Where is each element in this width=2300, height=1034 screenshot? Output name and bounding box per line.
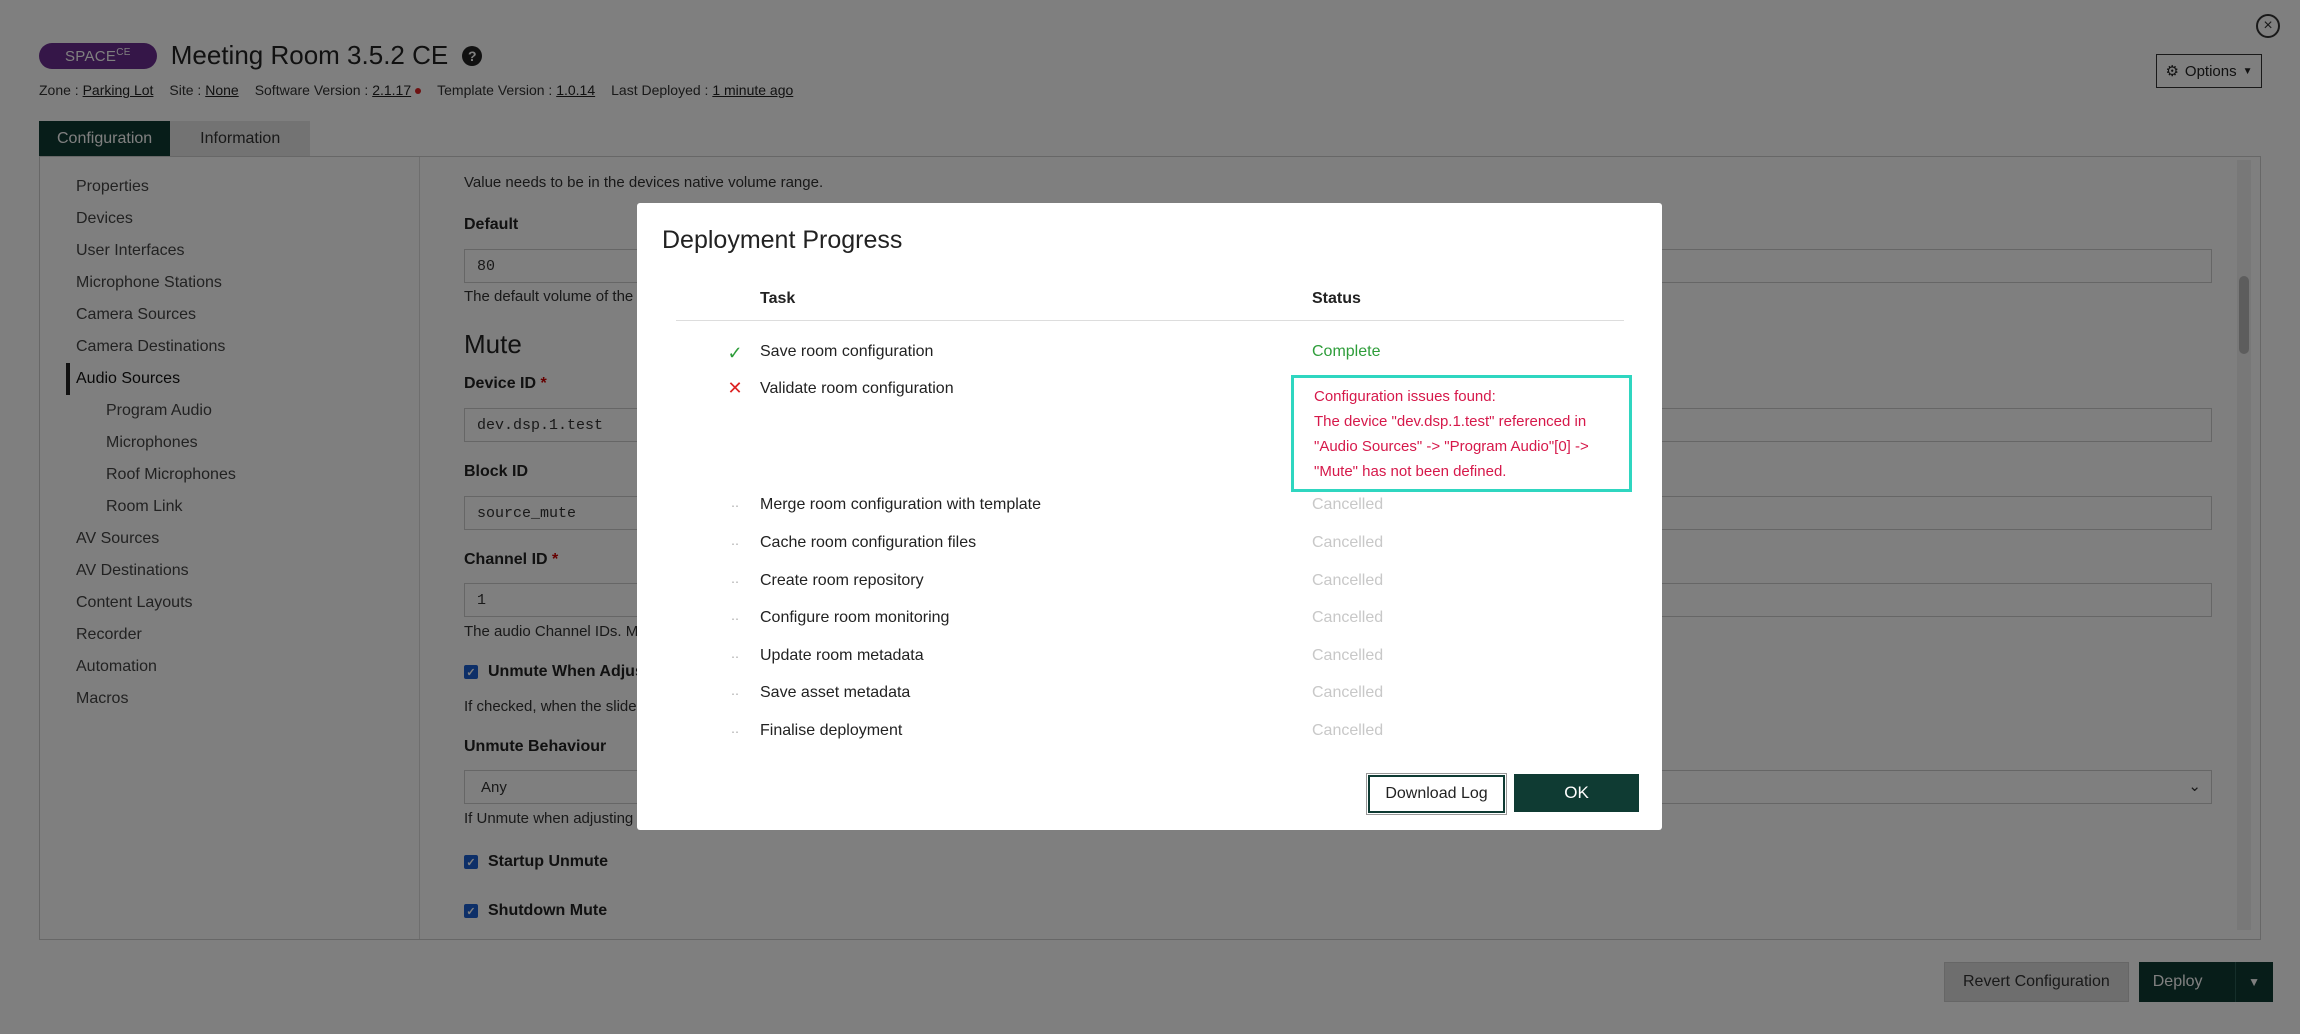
dialog-title: Deployment Progress <box>662 226 903 254</box>
task-row: ‥ Cache room configuration files Cancell… <box>637 534 1662 572</box>
task-row: ‥ Save asset metadata Cancelled <box>637 684 1662 722</box>
task-row: ‥ Merge room configuration with template… <box>637 496 1662 534</box>
pending-dash-icon: ‥ <box>730 684 739 698</box>
task-row: ‥ Finalise deployment Cancelled <box>637 722 1662 760</box>
pending-dash-icon: ‥ <box>730 534 739 548</box>
column-header-task: Task <box>760 290 796 307</box>
validation-error-message: Configuration issues found: The device "… <box>1291 375 1632 492</box>
header-divider <box>676 320 1624 321</box>
ok-button[interactable]: OK <box>1514 774 1639 812</box>
task-row: ‥ Configure room monitoring Cancelled <box>637 609 1662 647</box>
checkmark-icon: ✓ <box>727 343 743 363</box>
column-header-status: Status <box>1312 290 1361 307</box>
download-log-button[interactable]: Download Log <box>1366 773 1507 815</box>
pending-dash-icon: ‥ <box>730 572 739 586</box>
task-row: ‥ Update room metadata Cancelled <box>637 647 1662 685</box>
pending-dash-icon: ‥ <box>730 496 739 510</box>
status-complete: Complete <box>1312 343 1381 360</box>
pending-dash-icon: ‥ <box>730 647 739 661</box>
pending-dash-icon: ‥ <box>730 722 739 736</box>
task-row: ‥ Create room repository Cancelled <box>637 572 1662 610</box>
pending-dash-icon: ‥ <box>730 609 739 623</box>
deployment-progress-dialog: Deployment Progress Task Status ✓ Save r… <box>637 203 1662 830</box>
cross-icon: ✕ <box>727 378 743 398</box>
